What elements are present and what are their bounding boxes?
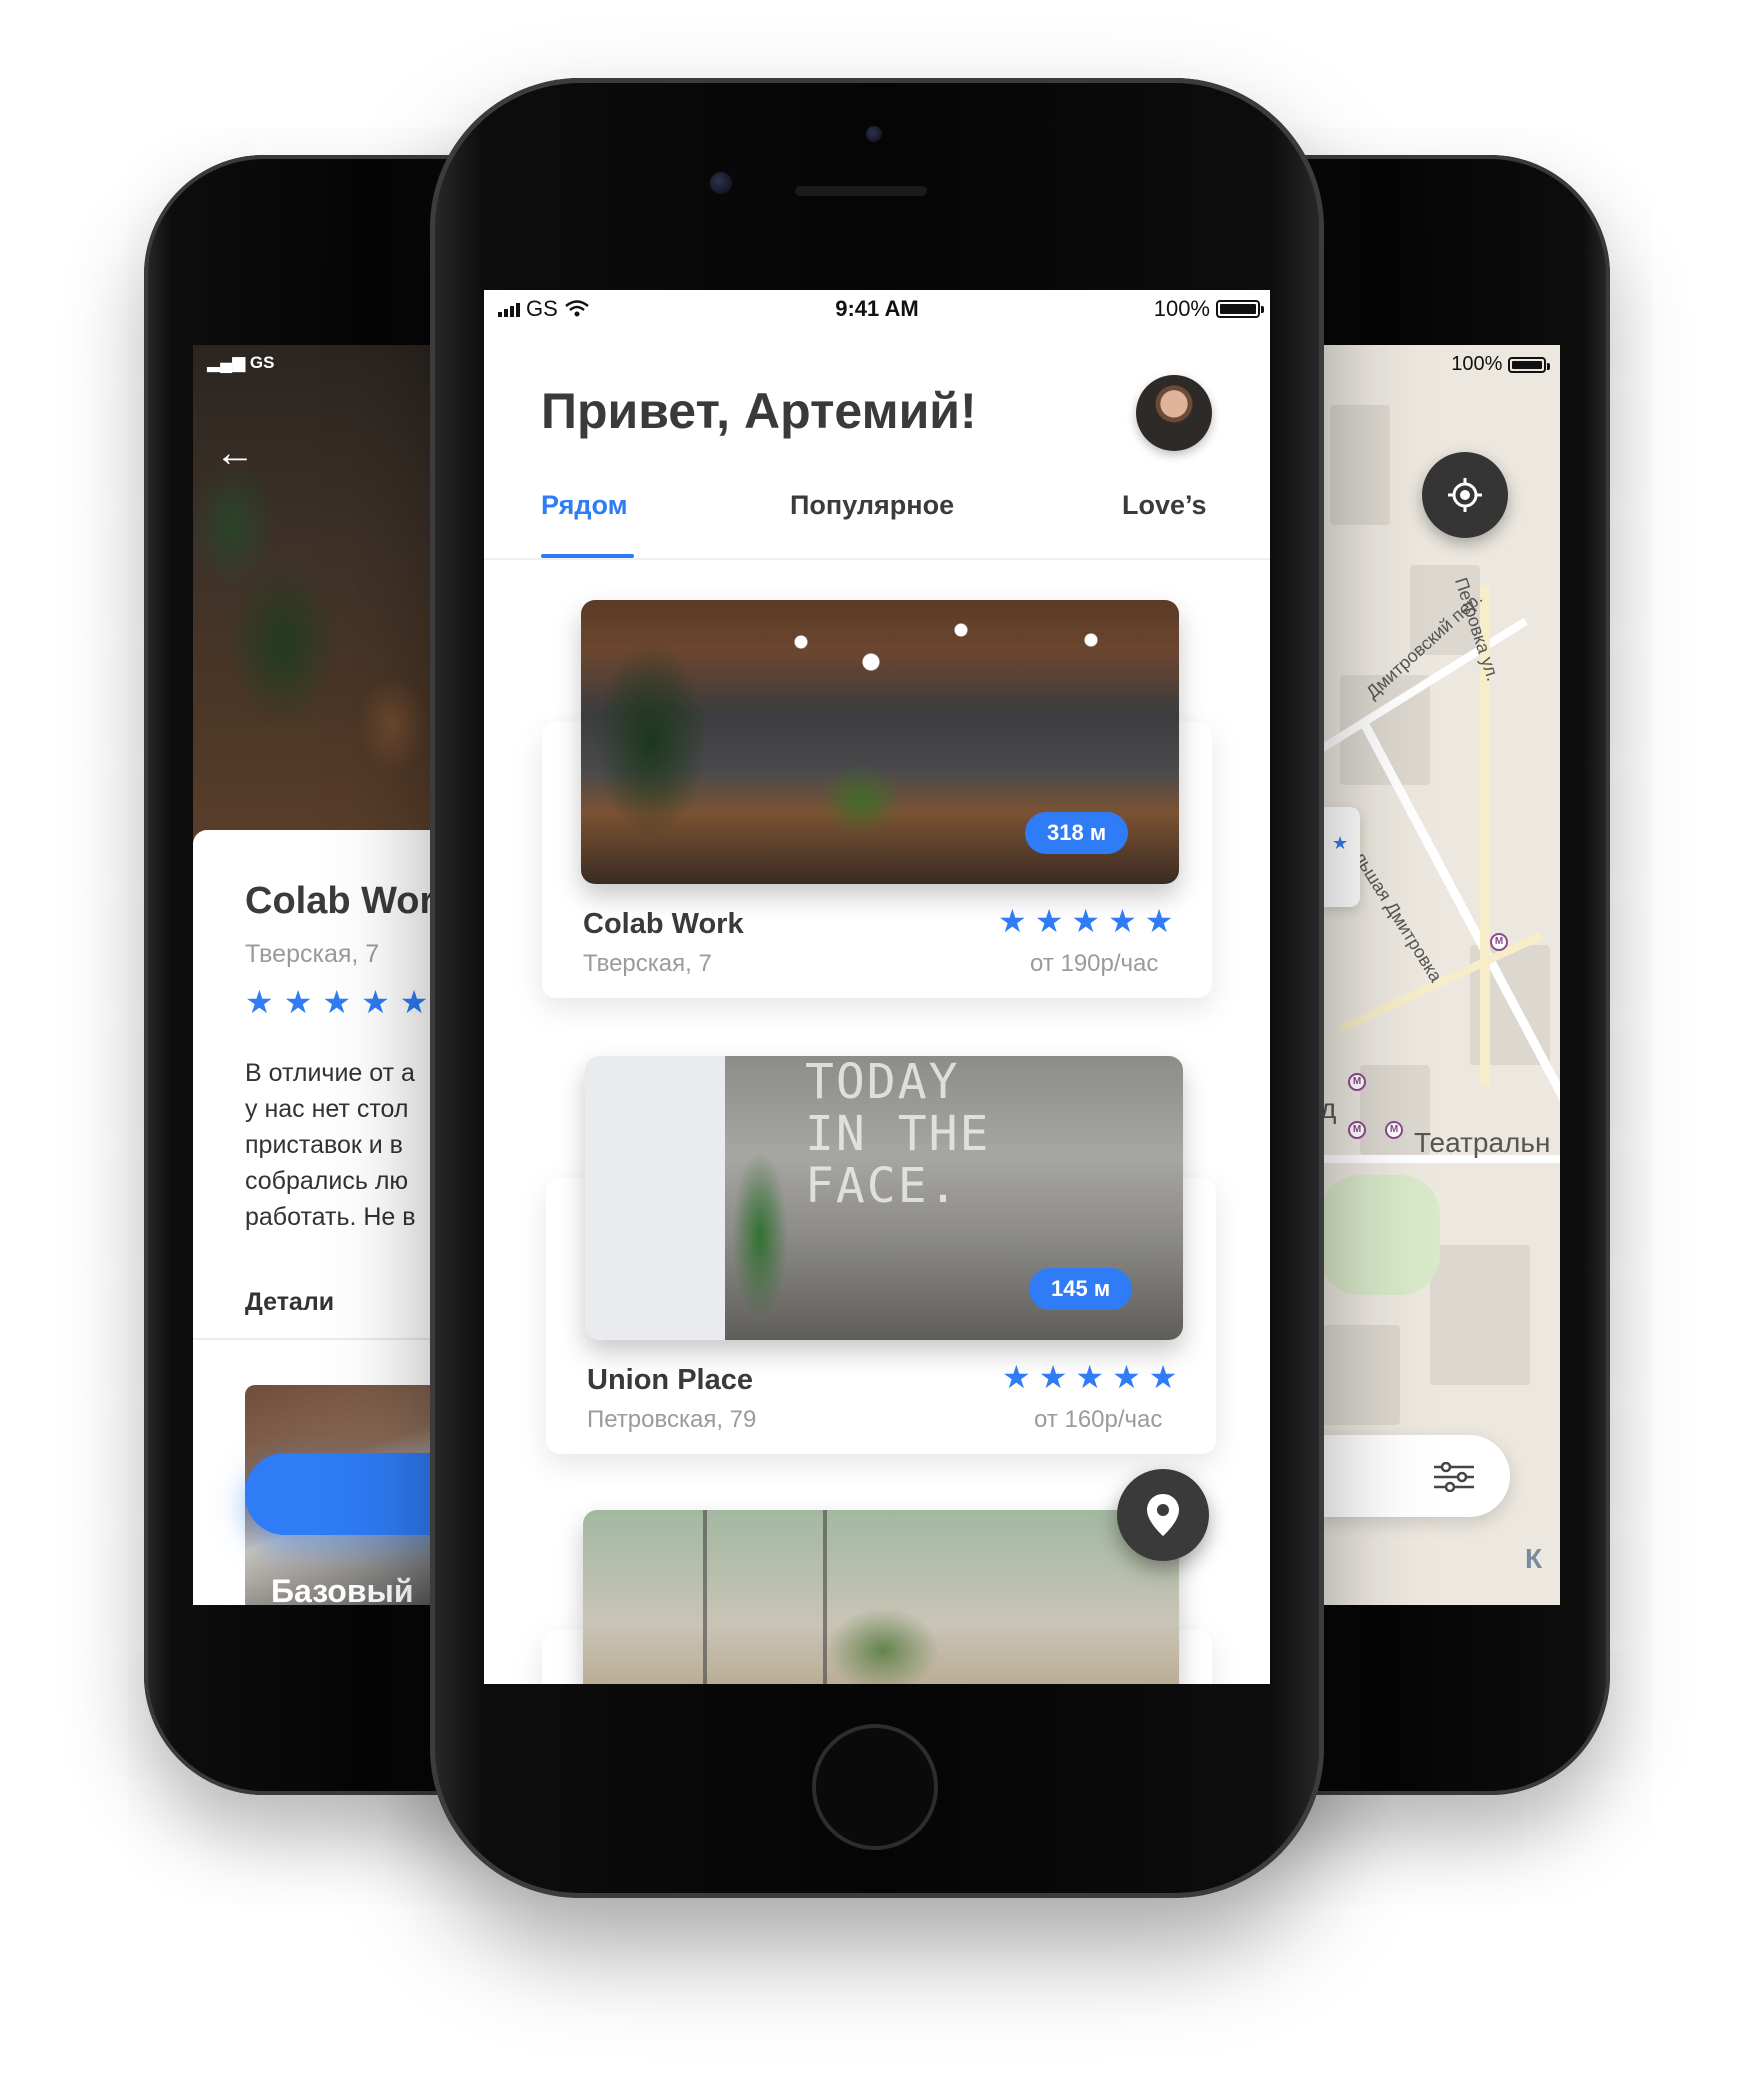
- user-avatar[interactable]: [1136, 375, 1212, 451]
- tab-popular[interactable]: Популярное: [790, 490, 954, 521]
- home-button[interactable]: [812, 1724, 938, 1850]
- plan-label: Базовый: [271, 1573, 414, 1605]
- metro-icon[interactable]: М: [1348, 1121, 1366, 1139]
- place-name: Colab Work: [583, 908, 744, 940]
- star-icon: ★: [1332, 833, 1349, 853]
- home-screen: GS 9:41 AM 100% Привет, Артемий! Рядом П…: [484, 290, 1270, 1684]
- station-label: Театральн: [1414, 1127, 1551, 1158]
- earpiece-speaker: [795, 186, 927, 196]
- description-line: приставок и в: [245, 1131, 403, 1159]
- distance-badge: 145 м: [1029, 1268, 1133, 1310]
- place-address: Петровская, 79: [587, 1406, 757, 1433]
- map-screen[interactable]: 100% Дмитровский пер. Петровка ул. ул. Б…: [1320, 345, 1560, 1605]
- place-price: от 190р/час: [1030, 950, 1159, 977]
- place-description: В отличие от а у нас нет стол приставок …: [245, 1055, 433, 1235]
- search-bar[interactable]: [1320, 1435, 1510, 1517]
- location-pin-icon: [1147, 1494, 1179, 1536]
- details-tab[interactable]: Детали: [245, 1288, 334, 1317]
- place-name: Union Place: [587, 1364, 753, 1396]
- battery-info: 100%: [1154, 296, 1264, 322]
- distance-badge: 318 м: [1025, 812, 1129, 854]
- map-park: [1320, 1175, 1440, 1295]
- right-battery: 100%: [1451, 353, 1550, 376]
- map-fragment-label: К: [1525, 1543, 1543, 1574]
- map-building: [1330, 405, 1390, 525]
- divider: [484, 558, 1270, 560]
- clock: 9:41 AM: [835, 296, 919, 321]
- book-button[interactable]: [245, 1453, 433, 1535]
- metro-icon[interactable]: М: [1385, 1121, 1403, 1139]
- tab-loves[interactable]: Love’s: [1122, 490, 1207, 521]
- left-phone-screen: ▂▄▆ GS ← Colab Work Тверская, 7 ★★★★★ В …: [193, 345, 433, 1605]
- map-place-card[interactable]: [1320, 807, 1360, 907]
- place-address: Тверская, 7: [245, 940, 380, 968]
- left-status-carrier: ▂▄▆ GS: [207, 353, 275, 372]
- rating-stars: ★★★★★: [1002, 1359, 1186, 1395]
- description-line: у нас нет стол: [245, 1095, 409, 1123]
- front-camera: [710, 172, 732, 194]
- map-view-button[interactable]: [1117, 1469, 1209, 1561]
- place-price: от 160р/час: [1034, 1406, 1163, 1433]
- status-bar: GS 9:41 AM 100%: [484, 290, 1270, 332]
- coworking-hero-photo: [193, 345, 433, 845]
- place-address: Тверская, 7: [583, 950, 712, 977]
- wall-lettering: TODAY IN THE FACE.: [805, 1056, 991, 1214]
- rating-stars: ★★★★★: [998, 903, 1182, 939]
- metro-icon[interactable]: М: [1348, 1073, 1366, 1091]
- description-line: работать. Не в: [245, 1203, 416, 1231]
- signal-icon: ▂▄▆: [207, 353, 250, 372]
- locate-me-button[interactable]: [1422, 452, 1508, 538]
- category-tabs: Рядом Популярное Love’s: [484, 490, 1270, 550]
- greeting-title: Привет, Артемий!: [541, 383, 977, 439]
- proximity-sensor: [866, 126, 882, 142]
- description-line: собрались лю: [245, 1167, 409, 1195]
- rating-stars: ★★★★★: [245, 984, 433, 1020]
- metro-icon[interactable]: М: [1490, 933, 1508, 951]
- map-building: [1430, 1245, 1530, 1385]
- divider: [193, 1338, 433, 1340]
- tab-nearby[interactable]: Рядом: [541, 490, 628, 521]
- crosshair-icon: [1448, 478, 1482, 512]
- description-line: В отличие от а: [245, 1059, 415, 1087]
- place-title: Colab Work: [245, 880, 433, 922]
- battery-icon: [1216, 300, 1264, 318]
- battery-icon: [1508, 356, 1550, 373]
- place-photo: [583, 1510, 1179, 1684]
- map-building: [1320, 1325, 1400, 1425]
- filter-sliders-icon[interactable]: [1432, 1462, 1476, 1492]
- back-arrow-icon[interactable]: ←: [215, 433, 255, 473]
